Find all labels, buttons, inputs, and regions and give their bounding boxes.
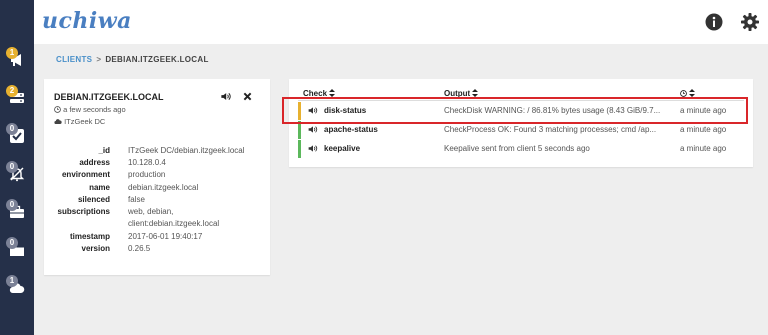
sort-icon: [689, 89, 696, 97]
sidebar-item-checks[interactable]: 0: [0, 122, 34, 152]
client-last-seen-text: a few seconds ago: [63, 105, 126, 114]
app-logo[interactable]: uchiwa: [42, 8, 132, 34]
sidebar-item-clients[interactable]: 2: [0, 84, 34, 114]
detail-value: debian.itzgeek.local: [128, 183, 199, 192]
breadcrumb: CLIENTS > DEBIAN.ITZGEEK.LOCAL: [56, 55, 209, 64]
top-bar: uchiwa: [34, 0, 768, 44]
table-row[interactable]: keepalive Keepalive sent from client 5 s…: [298, 140, 744, 158]
detail-row-subscriptions: subscriptions web, debian,: [44, 207, 270, 219]
breadcrumb-clients-link[interactable]: CLIENTS: [56, 55, 92, 64]
detail-key: timestamp: [69, 232, 110, 241]
clock-icon: [54, 106, 61, 113]
detail-row-subscriptions-cont: client:debian.itzgeek.local: [44, 219, 270, 231]
detail-row-id: _id ITzGeek DC/debian.itzgeek.local: [44, 146, 270, 158]
check-time: a minute ago: [680, 144, 727, 153]
sidebar-item-aggregates[interactable]: 0: [0, 236, 34, 266]
detail-key: address: [79, 158, 110, 167]
check-output: CheckProcess OK: Found 3 matching proces…: [444, 125, 657, 134]
sort-icon: [472, 89, 479, 97]
sidebar-item-silenced[interactable]: 0: [0, 160, 34, 190]
sidebar-badge: 0: [6, 199, 18, 211]
detail-value: client:debian.itzgeek.local: [128, 219, 220, 228]
check-name: keepalive: [324, 144, 361, 153]
detail-row-environment: environment production: [44, 170, 270, 182]
check-time: a minute ago: [680, 125, 727, 134]
gear-icon[interactable]: [740, 12, 760, 32]
sidebar-item-stashes[interactable]: 0: [0, 198, 34, 228]
info-circle-icon[interactable]: [704, 12, 724, 32]
detail-value: 2017-06-01 19:40:17: [128, 232, 203, 241]
detail-value: 10.128.0.4: [128, 158, 166, 167]
sort-icon: [329, 89, 336, 97]
detail-row-name: name debian.itzgeek.local: [44, 183, 270, 195]
breadcrumb-separator: >: [96, 55, 102, 64]
client-datacenter-text: ITzGeek DC: [64, 117, 106, 126]
detail-key: environment: [61, 170, 110, 179]
detail-row-version: version 0.26.5: [44, 244, 270, 256]
cloud-icon: [54, 119, 62, 125]
sidebar-nav: 1 2 0 0 0 0 1: [0, 0, 34, 335]
detail-value: web, debian,: [128, 207, 174, 216]
detail-key: name: [89, 183, 110, 192]
detail-row-address: address 10.128.0.4: [44, 158, 270, 170]
sidebar-badge: 0: [6, 123, 18, 135]
status-bar-ok: [298, 140, 301, 158]
client-datacenter: ITzGeek DC: [54, 117, 105, 126]
sidebar-item-datacenters[interactable]: 1: [0, 274, 34, 304]
highlight-box: [282, 97, 748, 124]
detail-value: ITzGeek DC/debian.itzgeek.local: [128, 146, 245, 155]
detail-value: false: [128, 195, 145, 204]
speaker-icon[interactable]: [308, 125, 318, 134]
detail-key: subscriptions: [57, 207, 110, 216]
detail-value: production: [128, 170, 166, 179]
clock-icon: [680, 90, 687, 97]
check-name: apache-status: [324, 125, 378, 134]
detail-value: 0.26.5: [128, 244, 151, 253]
sidebar-badge: 2: [6, 85, 18, 97]
sidebar-item-events[interactable]: 1: [0, 46, 34, 76]
check-output: Keepalive sent from client 5 seconds ago: [444, 144, 590, 153]
sidebar-badge: 1: [6, 47, 18, 59]
speaker-icon[interactable]: [308, 144, 318, 153]
detail-row-timestamp: timestamp 2017-06-01 19:40:17: [44, 232, 270, 244]
sidebar-badge: 0: [6, 237, 18, 249]
speaker-icon[interactable]: [220, 91, 231, 102]
detail-key: version: [81, 244, 110, 253]
client-last-seen: a few seconds ago: [54, 105, 126, 114]
sidebar-badge: 0: [6, 161, 18, 173]
client-name: DEBIAN.ITZGEEK.LOCAL: [54, 92, 164, 102]
detail-key: silenced: [77, 195, 110, 204]
sidebar-badge: 1: [6, 275, 18, 287]
breadcrumb-current: DEBIAN.ITZGEEK.LOCAL: [105, 55, 209, 64]
client-details-card: DEBIAN.ITZGEEK.LOCAL a few seconds ago I…: [44, 79, 270, 275]
close-icon[interactable]: [243, 92, 252, 101]
detail-row-silenced: silenced false: [44, 195, 270, 207]
detail-key: _id: [98, 146, 110, 155]
